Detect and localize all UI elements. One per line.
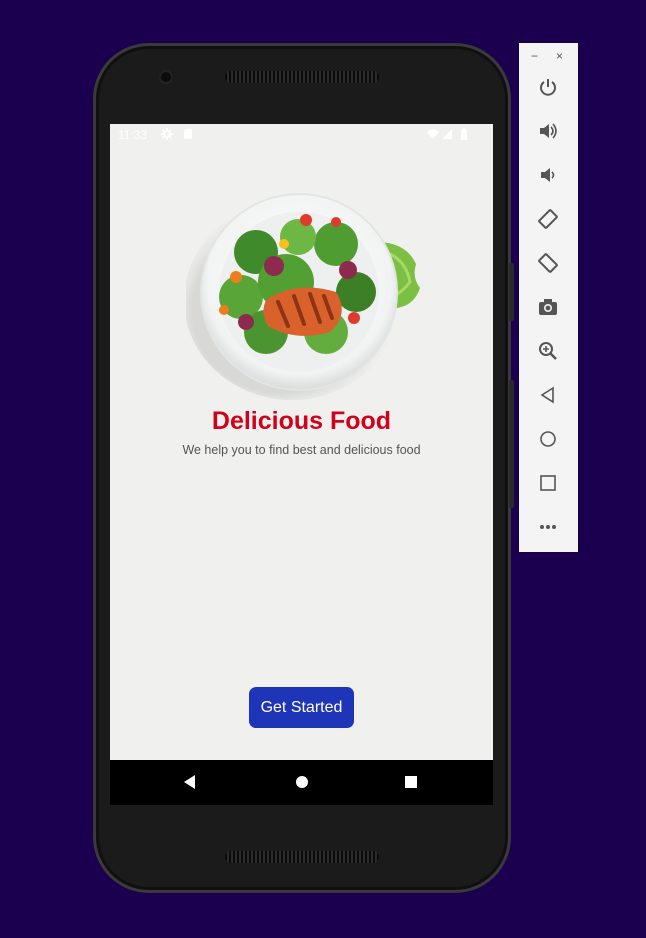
emulator-toolbar: − × <box>519 43 578 552</box>
home-icon <box>540 431 556 447</box>
volume-up-button[interactable] <box>533 116 563 146</box>
rotate-left-button[interactable] <box>533 204 563 234</box>
back-icon[interactable] <box>178 770 202 794</box>
minimize-button[interactable]: − <box>531 49 538 63</box>
recents-icon[interactable] <box>399 770 423 794</box>
volume-side-button <box>509 380 514 508</box>
more-button[interactable] <box>533 512 563 542</box>
settings-icon <box>161 128 173 140</box>
phone-screen: 11:33 Delicious Food We help you to find… <box>110 124 493 805</box>
front-camera <box>161 72 171 82</box>
volume-down-icon <box>541 168 555 182</box>
rotate-right-icon <box>538 253 558 273</box>
signal-icon <box>442 129 452 139</box>
battery-icon <box>461 128 467 140</box>
app-title: Delicious Food <box>211 407 392 435</box>
home-icon[interactable] <box>290 770 314 794</box>
android-nav-bar <box>110 760 493 805</box>
top-speaker <box>225 71 379 83</box>
sd-card-icon <box>184 129 192 139</box>
rotate-right-button[interactable] <box>533 248 563 278</box>
rotate-left-icon <box>538 209 558 229</box>
power-button[interactable] <box>533 72 563 102</box>
bottom-speaker <box>225 851 379 863</box>
more-icon <box>540 525 556 529</box>
zoom-button[interactable] <box>533 336 563 366</box>
volume-up-icon <box>540 123 557 139</box>
wifi-icon <box>427 129 439 139</box>
camera-icon <box>539 299 557 315</box>
overview-button[interactable] <box>533 468 563 498</box>
get-started-button[interactable]: Get Started <box>249 687 354 728</box>
overview-icon <box>540 475 556 491</box>
screenshot-button[interactable] <box>533 292 563 322</box>
status-time: 11:33 <box>118 128 148 142</box>
zoom-icon <box>539 342 557 360</box>
volume-down-button[interactable] <box>533 160 563 190</box>
back-icon <box>540 386 554 404</box>
home-button[interactable] <box>533 424 563 454</box>
power-side-button <box>509 263 514 321</box>
status-bar: 11:33 <box>110 124 493 146</box>
back-button[interactable] <box>533 380 563 410</box>
close-button[interactable]: × <box>556 49 563 63</box>
app-subtitle: We help you to find best and delicious f… <box>182 443 421 457</box>
salad-plate-image <box>186 193 420 400</box>
power-icon <box>540 79 556 96</box>
